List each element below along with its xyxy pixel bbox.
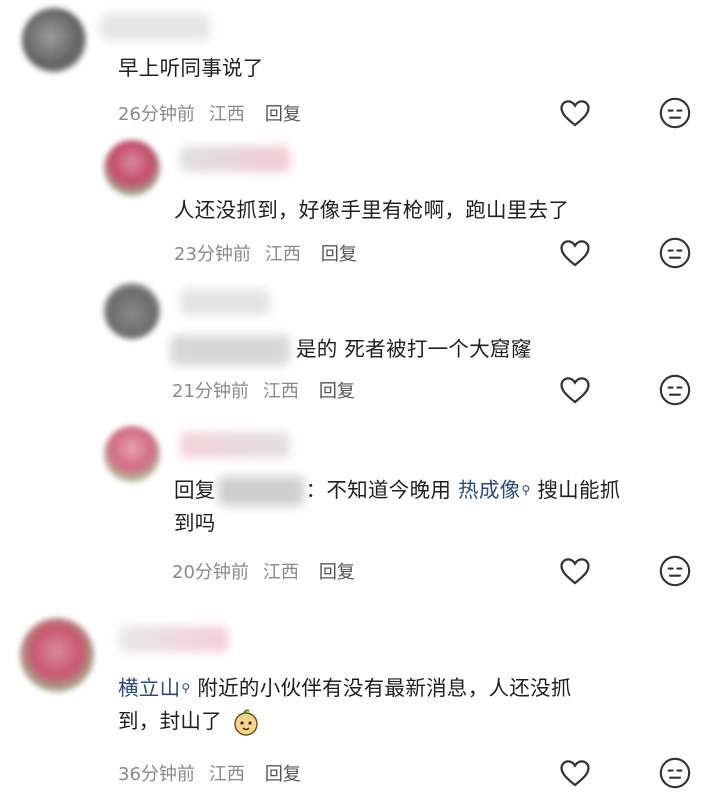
avatar[interactable] — [104, 283, 160, 339]
comment-meta: 23分钟前 江西 回复 — [174, 240, 371, 266]
avatar[interactable] — [20, 618, 94, 692]
username-blurred[interactable] — [180, 146, 290, 172]
location: 江西 — [208, 104, 245, 125]
meh-face-icon[interactable] — [658, 96, 692, 130]
comment-text: 横立山⚲ 附近的小伙伴有没有最新消息，人还没抓 到，封山了 — [118, 672, 678, 738]
comment-3: 是的 死者被打一个大窟窿 21分钟前 江西 回复 — [0, 275, 719, 415]
comment-text-part: ：不知道今晚用 — [305, 478, 459, 502]
comment-meta: 36分钟前 江西 回复 — [118, 760, 315, 786]
location: 江西 — [262, 562, 299, 583]
timestamp: 36分钟前 — [118, 764, 195, 785]
location: 江西 — [208, 764, 245, 785]
reply-button[interactable]: 回复 — [319, 381, 355, 402]
timestamp: 26分钟前 — [118, 104, 195, 125]
username-blurred[interactable] — [170, 335, 290, 365]
location: 江西 — [264, 244, 301, 265]
meh-face-icon[interactable] — [658, 373, 692, 407]
replied-username-blurred[interactable] — [217, 476, 304, 506]
username-blurred[interactable] — [118, 626, 228, 652]
meh-face-icon[interactable] — [658, 554, 692, 588]
timestamp: 23分钟前 — [174, 244, 251, 265]
username-blurred[interactable] — [180, 289, 270, 315]
reply-prefix: 回复 — [174, 478, 216, 502]
comment-text-part: 到吗 — [174, 511, 216, 535]
comment-text: 人还没抓到，好像手里有枪啊，跑山里去了 — [174, 198, 570, 222]
search-icon: ⚲ — [181, 681, 191, 695]
comment-text: 早上听同事说了 — [118, 56, 264, 80]
avatar[interactable] — [104, 140, 160, 196]
comment-5: 横立山⚲ 附近的小伙伴有没有最新消息，人还没抓 到，封山了 36分钟前 江西 回复 — [0, 610, 719, 800]
heart-outline-icon[interactable] — [558, 373, 592, 407]
heart-outline-icon[interactable] — [558, 554, 592, 588]
comment-text: 回复 ：不知道今晚用 热成像⚲ 搜山能抓 到吗 — [174, 474, 694, 540]
comment-4: 回复 ：不知道今晚用 热成像⚲ 搜山能抓 到吗 20分钟前 江西 回复 — [0, 420, 719, 600]
search-icon: ⚲ — [521, 483, 531, 497]
meh-face-icon[interactable] — [658, 236, 692, 270]
comment-text-part: 搜山能抓 — [530, 478, 621, 502]
heart-outline-icon[interactable] — [558, 756, 592, 790]
comment-2: 人还没抓到，好像手里有枪啊，跑山里去了 23分钟前 江西 回复 — [0, 130, 719, 270]
timestamp: 20分钟前 — [172, 562, 249, 583]
reply-button[interactable]: 回复 — [265, 764, 301, 785]
comment-meta: 21分钟前 江西 回复 — [172, 377, 369, 403]
comment-text-part: 到，封山了 — [118, 709, 222, 733]
avatar[interactable] — [104, 426, 160, 482]
heart-outline-icon[interactable] — [558, 236, 592, 270]
topic-link[interactable]: 横立山 — [118, 676, 180, 700]
timestamp: 21分钟前 — [172, 381, 249, 402]
reply-button[interactable]: 回复 — [265, 104, 301, 125]
comment-meta: 26分钟前 江西 回复 — [118, 100, 315, 126]
comment-text: 是的 死者被打一个大窟窿 — [296, 337, 532, 361]
reply-button[interactable]: 回复 — [319, 562, 355, 583]
cute-face-emoji — [234, 709, 258, 736]
comment-meta: 20分钟前 江西 回复 — [172, 558, 369, 584]
reply-button[interactable]: 回复 — [321, 244, 357, 265]
heart-outline-icon[interactable] — [558, 96, 592, 130]
comment-text-part: 附近的小伙伴有没有最新消息，人还没抓 — [190, 676, 572, 700]
comment-1: 早上听同事说了 26分钟前 江西 回复 — [0, 0, 719, 140]
meh-face-icon[interactable] — [658, 756, 692, 790]
location: 江西 — [262, 381, 299, 402]
username-blurred[interactable] — [100, 14, 210, 40]
username-blurred[interactable] — [180, 432, 290, 458]
avatar[interactable] — [22, 8, 86, 72]
topic-link[interactable]: 热成像 — [458, 478, 520, 502]
